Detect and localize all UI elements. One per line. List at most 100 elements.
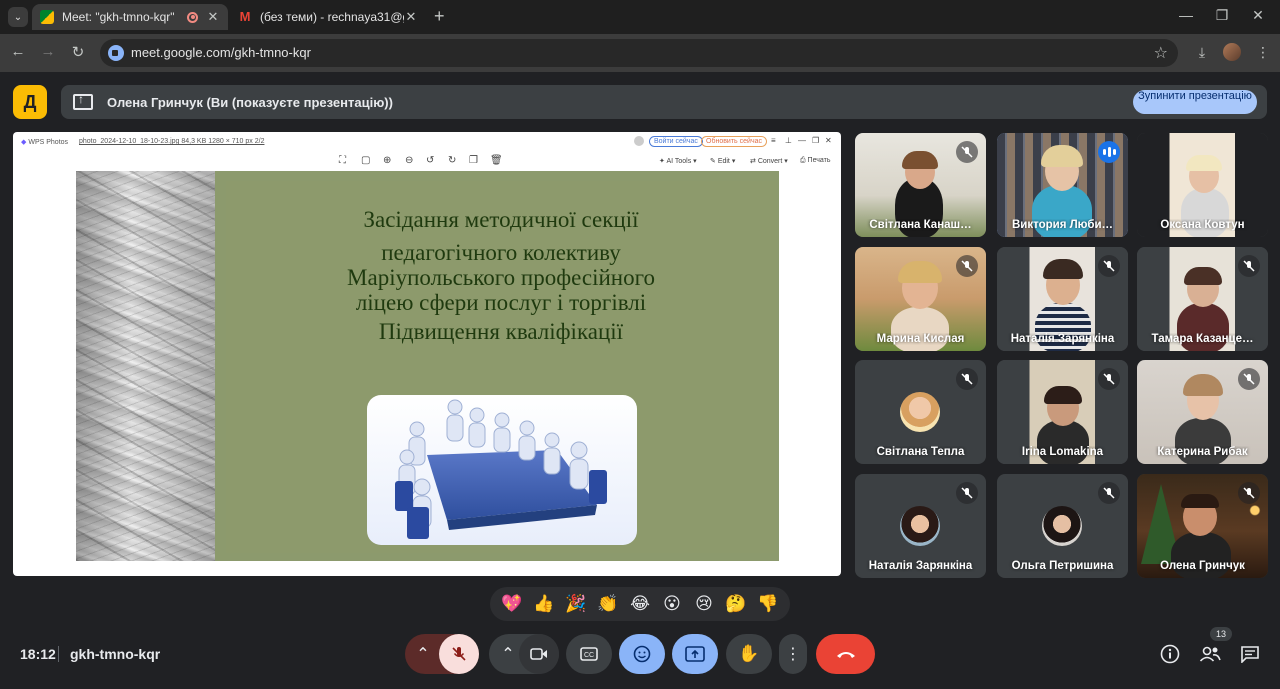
camera-toggle-button[interactable] (519, 634, 559, 674)
viewer-maximize-icon[interactable]: ❐ (812, 136, 819, 145)
download-icon[interactable]: ⤓ (1193, 44, 1211, 61)
zoom-in-icon[interactable]: ⊕ (383, 155, 391, 166)
gmail-favicon-icon: M (239, 9, 251, 24)
profile-avatar[interactable] (1223, 43, 1241, 61)
participant-tile[interactable]: Тамара Казанце… (1137, 247, 1268, 351)
participant-name: Світлана Канаш… (869, 219, 972, 231)
mic-off-icon (1238, 255, 1260, 277)
reaction-thumbs-down[interactable]: 👎 (755, 594, 781, 614)
meeting-info-button[interactable] (1159, 643, 1181, 665)
file-info: photo_2024-12-10_18-10-23.jpg 84,3 KB 12… (79, 138, 265, 145)
reaction-heart[interactable]: 💖 (499, 594, 525, 614)
participant-tile[interactable]: Катерина Рибак (1137, 360, 1268, 464)
user-icon (634, 136, 644, 146)
stop-presenting-button[interactable]: Зупинити презентацію (1133, 90, 1257, 114)
participant-tile[interactable]: Світлана Тепла (855, 360, 986, 464)
edit-label: Edit (717, 158, 730, 165)
minimize-icon[interactable]: — (1176, 7, 1196, 23)
edit-button[interactable]: ✎ Edit ▾ (710, 157, 735, 165)
fullscreen-icon[interactable]: ⛶ (339, 155, 346, 166)
participant-tile[interactable]: Оксана Ковтун (1137, 133, 1268, 237)
emoji-reactions-button[interactable] (619, 634, 665, 674)
zoom-out-icon[interactable]: ⊖ (405, 155, 413, 166)
tab-search-button[interactable]: ⌄ (8, 7, 28, 27)
reaction-thumbs-up[interactable]: 👍 (531, 594, 557, 614)
people-icon (1199, 646, 1221, 662)
meeting-code: gkh-tmno-kqr (70, 646, 161, 662)
close-tab-icon[interactable]: ✕ (404, 9, 418, 25)
viewer-minimize-icon[interactable]: — (798, 136, 806, 145)
participant-tile[interactable]: Ольга Петришина (997, 474, 1128, 578)
participant-tile[interactable]: Виктория Люби… (997, 133, 1128, 237)
reload-icon[interactable]: ↻ (68, 43, 88, 61)
camera-icon (530, 648, 547, 660)
browser-menu-icon[interactable]: ⋮ (1254, 44, 1272, 61)
more-options-button[interactable]: ⋮ (779, 634, 807, 674)
print-button[interactable]: ⎙ Печать (800, 157, 830, 165)
participant-name: Виктория Люби… (1011, 219, 1114, 231)
participant-name: Наталія Зарянкіна (1010, 333, 1115, 345)
mic-off-icon (1098, 368, 1120, 390)
mic-off-icon (956, 255, 978, 277)
maximize-icon[interactable]: ❐ (1212, 7, 1232, 24)
fit-icon[interactable]: ▢ (361, 155, 370, 166)
participant-tile[interactable]: Марина Кислая (855, 247, 986, 351)
ai-tools-button[interactable]: ✦ AI Tools ▾ (659, 157, 697, 165)
meet-favicon-icon (40, 10, 54, 24)
avatar (1042, 506, 1082, 546)
window-close-icon[interactable]: ✕ (1248, 7, 1268, 24)
recording-icon (187, 11, 198, 23)
viewer-pin-icon[interactable]: ⊥ (785, 136, 792, 145)
present-screen-icon (685, 646, 705, 662)
participant-tile[interactable]: Irina Lomakina (997, 360, 1128, 464)
close-tab-icon[interactable]: ✕ (206, 9, 220, 25)
viewer-menu-icon[interactable]: ≡ (771, 136, 776, 145)
slide-line-1: Засідання методичної секції (363, 207, 639, 232)
forward-icon[interactable]: → (38, 43, 58, 60)
reaction-sad[interactable]: 😢 (691, 594, 717, 614)
raise-hand-button[interactable]: ✋ (726, 634, 772, 674)
participant-name: Марина Кислая (876, 333, 965, 345)
participant-tile[interactable]: Світлана Канаш… (855, 133, 986, 237)
tab-meet[interactable]: Meet: "gkh-tmno-kqr" ✕ (32, 4, 228, 30)
convert-button[interactable]: ⇄ Convert ▾ (750, 157, 788, 165)
wps-logo: ◆ WPS Photos (21, 139, 69, 146)
reaction-clap[interactable]: 👏 (595, 594, 621, 614)
back-icon[interactable]: ← (8, 43, 28, 60)
participant-tile[interactable]: Наталія Зарянкіна (855, 474, 986, 578)
slide-line-4: ліцею сфери послуг і торгівлі (355, 290, 647, 315)
tab-gmail[interactable]: M (без теми) - rechnaya31@gmail.com ✕ (230, 4, 426, 30)
meeting-illustration (367, 395, 637, 545)
copy-icon[interactable]: ❐ (469, 155, 478, 166)
reaction-thinking[interactable]: 🤔 (723, 594, 749, 614)
address-bar[interactable]: meet.google.com/gkh-tmno-kqr ☆ (100, 39, 1178, 67)
leave-call-button[interactable] (816, 634, 875, 674)
reaction-laugh[interactable]: 😂 (627, 594, 653, 614)
convert-label: Convert (757, 158, 783, 165)
presenting-text: Олена Гринчук (Ви (показуєте презентацію… (107, 95, 393, 110)
new-tab-icon[interactable]: + (434, 6, 445, 27)
bookmark-star-icon[interactable]: ☆ (1154, 43, 1168, 63)
chat-button[interactable] (1239, 643, 1261, 665)
reaction-surprised[interactable]: 😮 (659, 594, 685, 614)
captions-button[interactable]: CC (566, 634, 612, 674)
participant-tile[interactable]: Наталія Зарянкіна (997, 247, 1128, 351)
rotate-left-icon[interactable]: ↺ (426, 155, 434, 166)
image-viewer-titlebar: ◆ WPS Photos photo_2024-12-10_18-10-23.j… (13, 132, 841, 152)
meet-site-icon (108, 45, 124, 61)
participant-tile[interactable]: Олена Гринчук (1137, 474, 1268, 578)
viewer-close-icon[interactable]: ✕ (825, 136, 832, 145)
present-now-button[interactable] (672, 634, 718, 674)
people-button[interactable] (1199, 643, 1221, 665)
mic-toggle-button[interactable] (439, 634, 479, 674)
update-button[interactable]: Обновить сейчас (701, 136, 767, 147)
browser-tab-bar: ⌄ Meet: "gkh-tmno-kqr" ✕ M (без теми) - … (0, 0, 1280, 34)
divider (58, 646, 59, 662)
reaction-party[interactable]: 🎉 (563, 594, 589, 614)
login-button[interactable]: Войти сейчас (649, 136, 703, 147)
participant-name: Олена Гринчук (1160, 560, 1245, 572)
delete-icon[interactable]: 🗑 (490, 155, 503, 166)
rotate-right-icon[interactable]: ↻ (448, 155, 456, 166)
books-image (76, 171, 215, 561)
mic-off-icon (956, 141, 978, 163)
